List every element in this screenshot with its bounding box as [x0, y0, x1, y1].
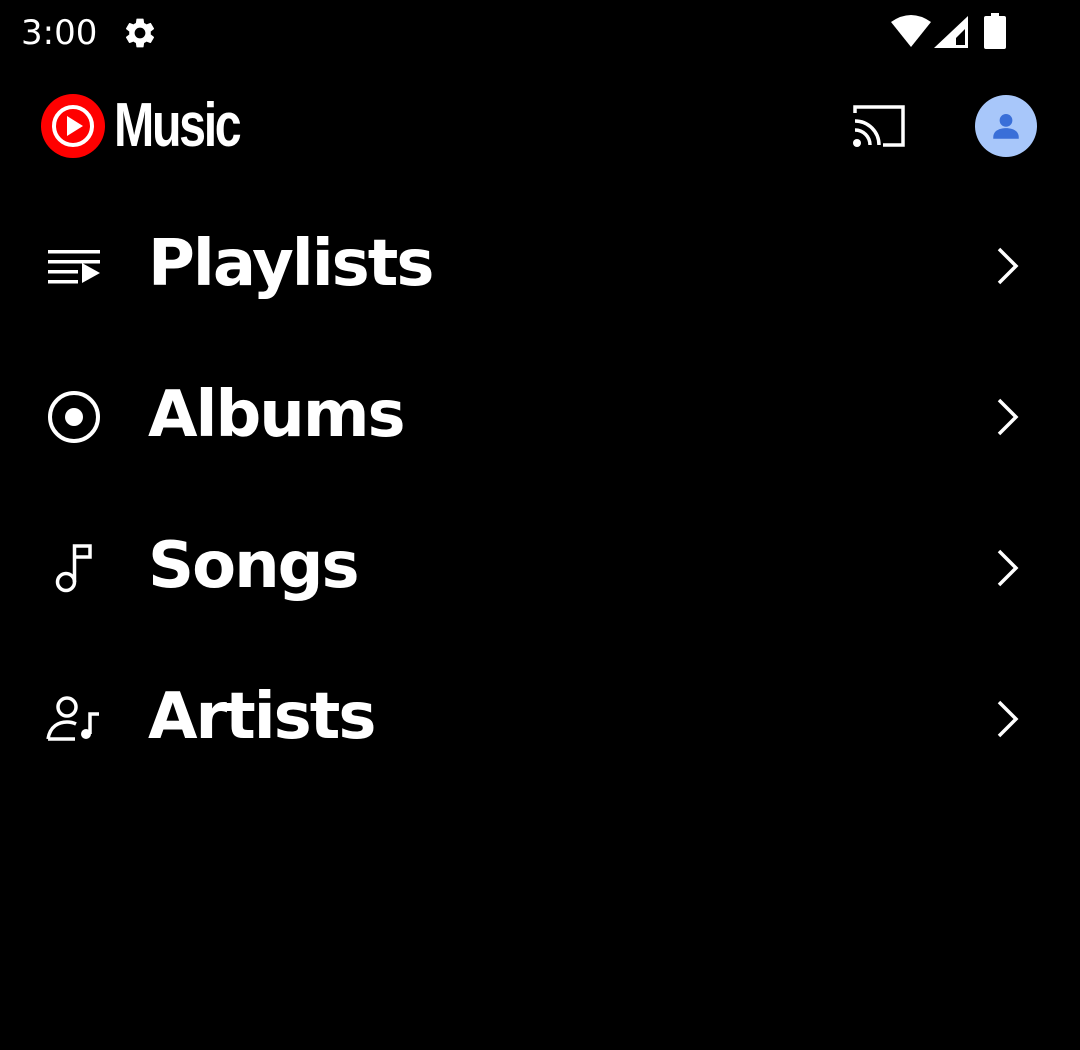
chevron-right-icon — [997, 549, 1019, 587]
cell-signal-icon — [934, 16, 968, 48]
library-item-label: Songs — [148, 529, 360, 603]
youtube-music-logo-icon — [41, 94, 105, 158]
status-time: 3:00 — [21, 13, 98, 53]
account-avatar-button[interactable] — [975, 95, 1037, 157]
chevron-right-icon — [997, 247, 1019, 285]
cast-button[interactable] — [844, 96, 914, 156]
settings-gear-icon — [125, 18, 155, 48]
library-item-label: Artists — [148, 680, 376, 754]
playlist-icon — [44, 238, 104, 294]
logo-wordmark: Music — [114, 91, 242, 160]
library-item-artists[interactable]: Artists — [0, 643, 1080, 794]
album-icon — [44, 389, 104, 445]
account-avatar-icon — [993, 113, 1019, 139]
library-item-playlists[interactable]: Playlists — [0, 190, 1080, 341]
chevron-right-icon — [997, 700, 1019, 738]
status-bar: 3:00 — [0, 0, 1080, 66]
music-note-icon — [44, 540, 104, 596]
library-item-songs[interactable]: Songs — [0, 492, 1080, 643]
library-item-label: Playlists — [148, 227, 434, 301]
library-list: Playlists Albums Songs Artists — [0, 190, 1080, 794]
app-bar: Music — [0, 66, 1080, 186]
wifi-icon — [891, 15, 931, 47]
battery-icon — [984, 13, 1006, 49]
cast-icon — [853, 105, 905, 147]
chevron-right-icon — [997, 398, 1019, 436]
artist-icon — [44, 691, 104, 747]
library-item-albums[interactable]: Albums — [0, 341, 1080, 492]
library-item-label: Albums — [148, 378, 406, 452]
